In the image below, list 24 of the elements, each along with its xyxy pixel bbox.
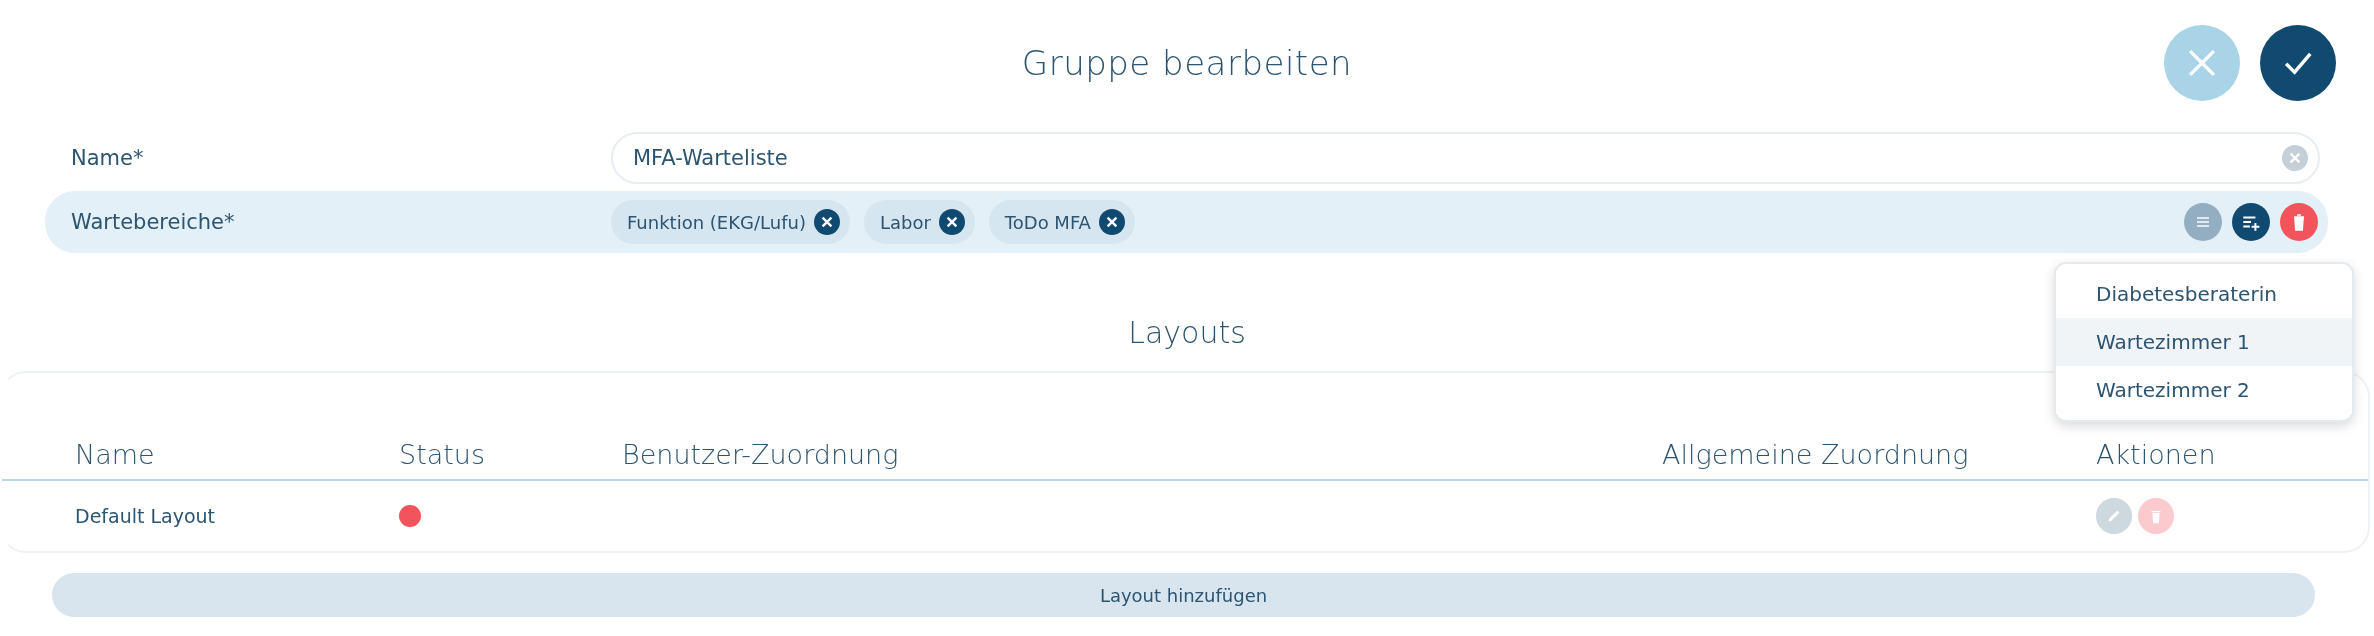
tag-chip: ToDo MFA: [988, 200, 1135, 244]
field-label: Wartebereiche*: [71, 210, 236, 234]
delete-button[interactable]: [2280, 203, 2318, 241]
menu-item[interactable]: Wartezimmer 2: [2056, 366, 2352, 414]
section-title: Layouts: [1128, 314, 1246, 350]
remove-icon[interactable]: [813, 209, 840, 235]
column-header: Status: [399, 439, 486, 472]
column-header: Aktionen: [2096, 439, 2216, 472]
remove-icon[interactable]: [1098, 209, 1125, 235]
field-label: Name*: [71, 146, 145, 170]
dialog-title: Gruppe bearbeiten: [1021, 42, 1353, 83]
tag-chip: Funktion (EKG/Lufu): [611, 200, 850, 244]
menu-item[interactable]: Wartezimmer 1: [2056, 318, 2352, 366]
add-layout-button[interactable]: Layout hinzufügen: [52, 573, 2315, 618]
remove-icon[interactable]: [938, 209, 965, 235]
tag-chip: Labor: [863, 200, 975, 244]
column-header: Name: [75, 439, 155, 472]
add-list-button[interactable]: [2232, 203, 2270, 241]
column-header: Benutzer-Zuordnung: [622, 439, 899, 472]
table-cell: Default Layout: [75, 505, 216, 528]
column-header: Allgemeine Zuordnung: [1662, 439, 1969, 472]
name-field[interactable]: MFA-Warteliste: [611, 132, 2320, 184]
list-button[interactable]: [2184, 203, 2222, 241]
menu-item[interactable]: Diabetesberaterin: [2056, 270, 2352, 318]
